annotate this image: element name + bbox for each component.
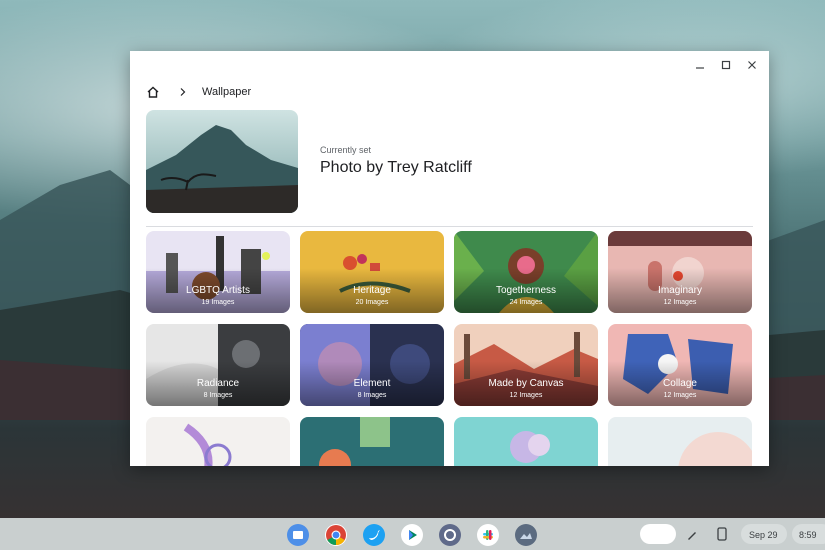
collection-tile[interactable]: [608, 417, 752, 466]
collection-thumbnail: [454, 417, 598, 466]
collection-tile[interactable]: [146, 417, 290, 466]
chevron-right-icon: [180, 88, 186, 96]
collection-tile[interactable]: [454, 417, 598, 466]
collection-tile[interactable]: Element 8 Images: [300, 324, 444, 406]
wallpaper-app-icon[interactable]: [515, 524, 537, 546]
collection-thumbnail: [300, 417, 444, 466]
collection-thumbnail: [608, 417, 752, 466]
collection-count: 8 Images: [357, 392, 387, 399]
section-divider: [146, 226, 753, 227]
maximize-icon: [721, 60, 731, 70]
collection-count: 12 Images: [663, 392, 697, 399]
time-label: 8:59: [799, 530, 817, 540]
slack-icon[interactable]: [477, 524, 499, 546]
collection-thumbnail: [146, 417, 290, 466]
collection-name: Made by Canvas: [488, 378, 564, 389]
settings-icon[interactable]: [439, 524, 461, 546]
current-wallpaper-image: [146, 110, 298, 213]
current-wallpaper-thumbnail[interactable]: [146, 110, 298, 213]
collection-count: 12 Images: [509, 392, 543, 399]
window-controls: [689, 55, 763, 75]
wallpaper-window: Wallpaper Currently set Photo by Trey Ra…: [130, 51, 769, 466]
twitter-icon[interactable]: [363, 524, 385, 546]
collection-tile[interactable]: Radiance 8 Images: [146, 324, 290, 406]
collection-tile[interactable]: [300, 417, 444, 466]
collection-name: Collage: [663, 378, 697, 389]
collection-count: 19 Images: [201, 299, 235, 306]
breadcrumb-title: Wallpaper: [202, 86, 252, 98]
collection-name: Element: [353, 378, 391, 389]
collection-tile[interactable]: Togetherness 24 Images: [454, 231, 598, 313]
collection-tile[interactable]: Heritage 20 Images: [300, 231, 444, 313]
collection-count: 24 Images: [509, 299, 543, 306]
collection-count: 8 Images: [203, 392, 233, 399]
collection-count: 12 Images: [663, 299, 697, 306]
collection-tile[interactable]: LGBTQ Artists 19 Images: [146, 231, 290, 313]
collection-tile[interactable]: Made by Canvas 12 Images: [454, 324, 598, 406]
maximize-button[interactable]: [715, 55, 737, 75]
collection-name: Radiance: [196, 378, 240, 389]
current-label: Currently set: [320, 145, 372, 155]
collection-tile[interactable]: Collage 12 Images: [608, 324, 752, 406]
collection-name: Togetherness: [495, 285, 557, 296]
play-store-icon[interactable]: [401, 524, 423, 546]
date-label: Sep 29: [749, 530, 778, 540]
minimize-icon: [696, 67, 704, 69]
breadcrumb: Wallpaper: [146, 83, 251, 101]
files-icon[interactable]: [287, 524, 309, 546]
stylus-icon[interactable]: [686, 528, 698, 540]
shelf: Sep 29 8:59: [0, 518, 825, 550]
collection-tile[interactable]: Imaginary 12 Images: [608, 231, 752, 313]
chrome-icon[interactable]: [325, 524, 347, 546]
collection-name: Heritage: [353, 285, 391, 296]
collection-name: Imaginary: [658, 285, 702, 296]
close-button[interactable]: [741, 55, 763, 75]
home-icon[interactable]: [146, 85, 160, 99]
close-icon: [748, 61, 756, 69]
current-wallpaper-title: Photo by Trey Ratcliff: [320, 159, 472, 176]
collection-name: LGBTQ Artists: [186, 285, 250, 296]
holding-space-icon[interactable]: [640, 524, 676, 544]
minimize-button[interactable]: [689, 55, 711, 75]
phone-hub-icon[interactable]: [716, 527, 728, 541]
collection-count: 20 Images: [355, 299, 389, 306]
